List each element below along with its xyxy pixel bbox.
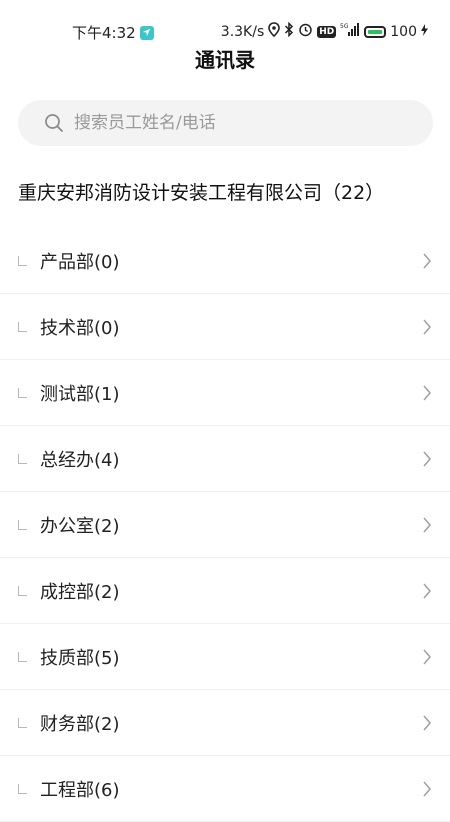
chevron-right-icon	[423, 715, 431, 731]
search-icon	[45, 114, 63, 132]
location-arrow-icon	[139, 25, 154, 40]
tree-branch-icon	[18, 652, 27, 662]
department-label: 工程部(6)	[40, 779, 120, 801]
chevron-right-icon	[423, 319, 431, 335]
svg-text:5G: 5G	[340, 23, 349, 30]
chevron-right-icon	[423, 649, 431, 665]
tree-branch-icon	[18, 256, 27, 266]
tree-branch-icon	[18, 454, 27, 464]
alarm-icon	[298, 22, 313, 41]
department-label: 技术部(0)	[40, 317, 120, 339]
chevron-right-icon	[423, 583, 431, 599]
department-item[interactable]: 测试部(1)	[0, 360, 450, 426]
chevron-right-icon	[423, 451, 431, 467]
status-time-group: 下午4:32	[72, 22, 154, 43]
department-label: 成控部(2)	[40, 581, 120, 603]
department-label: 技质部(5)	[40, 647, 120, 669]
tree-branch-icon	[18, 520, 27, 530]
network-speed: 3.3K/s	[220, 23, 265, 40]
department-label: 总经办(4)	[40, 449, 120, 471]
location-pin-icon	[268, 22, 281, 41]
department-item[interactable]: 技质部(5)	[0, 624, 450, 690]
status-right-group: 3.3K/s HD 5G 100	[220, 21, 428, 41]
department-label: 财务部(2)	[40, 713, 120, 735]
department-item[interactable]: 总经办(4)	[0, 426, 450, 492]
chevron-right-icon	[423, 253, 431, 269]
charging-icon	[421, 23, 428, 40]
tree-branch-icon	[18, 388, 27, 398]
department-label: 办公室(2)	[40, 515, 120, 537]
department-item[interactable]: 技术部(0)	[0, 294, 450, 360]
tree-branch-icon	[18, 718, 27, 728]
chevron-right-icon	[423, 781, 431, 797]
tree-branch-icon	[18, 586, 27, 596]
search-bar[interactable]	[18, 100, 433, 146]
bluetooth-icon	[284, 21, 294, 41]
tree-branch-icon	[18, 784, 27, 794]
department-item[interactable]: 成控部(2)	[0, 558, 450, 624]
signal-icon: 5G	[340, 22, 360, 41]
tree-branch-icon	[18, 322, 27, 332]
department-item[interactable]: 财务部(2)	[0, 690, 450, 756]
company-name: 重庆安邦消防设计安装工程有限公司（22）	[18, 182, 385, 204]
page-title: 通讯录	[195, 48, 255, 72]
status-time: 下午4:32	[72, 24, 136, 42]
department-item[interactable]: 工程部(6)	[0, 756, 450, 822]
department-item[interactable]: 产品部(0)	[0, 228, 450, 294]
status-bar: 下午4:32 3.3K/s HD 5G 100	[0, 0, 450, 43]
hd-icon: HD	[317, 25, 337, 38]
chevron-right-icon	[423, 385, 431, 401]
search-input[interactable]	[74, 113, 414, 133]
department-label: 测试部(1)	[40, 383, 120, 405]
department-item[interactable]: 办公室(2)	[0, 492, 450, 558]
battery-level: 100	[390, 23, 417, 40]
battery-icon	[364, 25, 387, 38]
chevron-right-icon	[423, 517, 431, 533]
department-label: 产品部(0)	[40, 251, 120, 273]
department-list: 产品部(0) 技术部(0) 测试部(1) 总经办(4) 办公室(2) 成控部(2…	[0, 228, 450, 822]
